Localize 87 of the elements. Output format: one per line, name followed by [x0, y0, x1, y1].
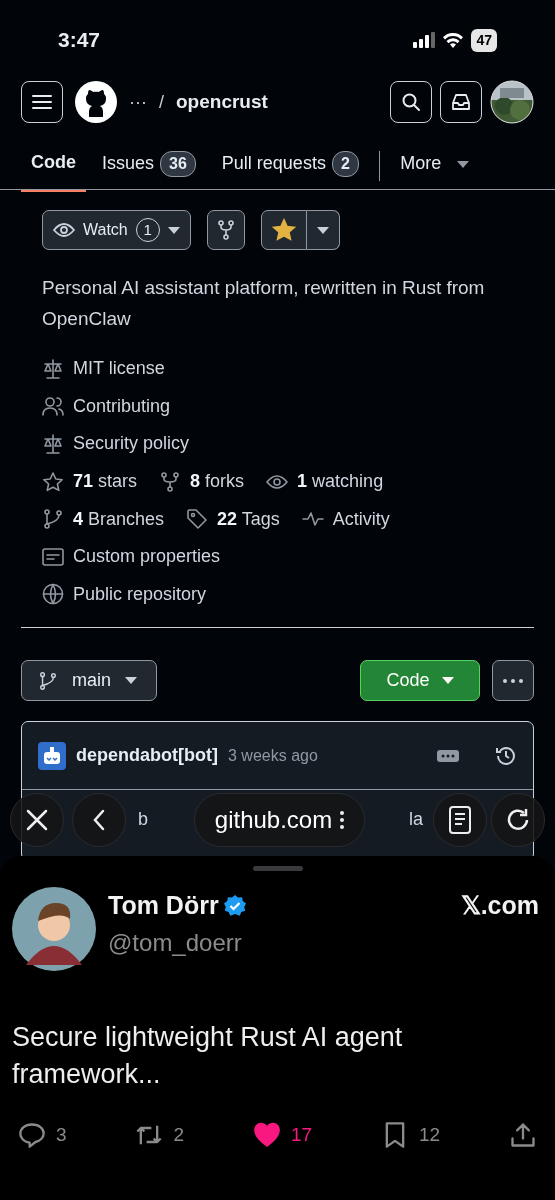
star-icon [42, 470, 64, 493]
tweet-text: Secure lightweight Rust AI agent framework... [12, 1021, 404, 1091]
wifi-icon [443, 32, 464, 48]
repo-link[interactable]: Public repository [73, 580, 207, 608]
breadcrumb-more[interactable]: ··· [129, 88, 147, 116]
action-count: 17 [290, 1123, 313, 1147]
reload-icon [505, 807, 531, 833]
source-label: 𝕏.com [460, 890, 539, 921]
ellipsis-icon[interactable] [437, 749, 459, 762]
repo-link[interactable]: Custom properties [73, 543, 221, 571]
watch-label: Watch [83, 220, 128, 240]
star-button[interactable] [260, 210, 307, 250]
document-icon [449, 806, 471, 834]
back-icon [93, 809, 105, 831]
inbox-icon [451, 93, 471, 111]
status-time: 3:47 [58, 27, 101, 54]
repo-name[interactable]: opencrust [176, 87, 268, 117]
file-name[interactable]: la [409, 806, 423, 834]
fork-icon [159, 470, 182, 493]
stat-label[interactable]: 22 Tags [217, 505, 280, 533]
caret-icon [125, 677, 137, 685]
stat-label[interactable]: 4 Branches [73, 505, 165, 533]
github-logo-icon[interactable] [75, 81, 117, 123]
address-text[interactable]: github.com [214, 802, 333, 838]
action-count: 2 [173, 1123, 185, 1147]
tag-icon [186, 508, 209, 531]
people-icon [42, 395, 64, 418]
star-dropdown-button[interactable] [306, 210, 340, 250]
fork-icon [217, 220, 234, 240]
repo-link[interactable]: MIT license [73, 355, 165, 383]
watch-button[interactable]: Watch 1 [42, 210, 191, 250]
kebab-icon[interactable] [340, 811, 345, 829]
action-count: 3 [56, 1123, 67, 1147]
count-badge: 2 [331, 151, 359, 177]
file-name[interactable]: b [138, 806, 148, 834]
eye-icon [53, 222, 75, 238]
stat-label[interactable]: 8 forks [190, 468, 245, 496]
repo-link[interactable]: Contributing [73, 392, 171, 420]
caret-icon [457, 160, 470, 168]
reply-button[interactable]: 3 [18, 1121, 67, 1150]
history-icon[interactable] [495, 744, 517, 767]
count-badge: 36 [160, 151, 196, 177]
like-button[interactable]: 17 [252, 1121, 313, 1150]
stat-label[interactable]: 1 watching [297, 468, 384, 496]
scale-icon [42, 433, 64, 455]
grabber-handle[interactable] [252, 866, 303, 871]
close-icon [26, 809, 48, 831]
menu-icon [32, 94, 52, 110]
author-handle[interactable]: @tom_doerr [108, 924, 539, 961]
bot-avatar-icon [38, 741, 66, 770]
repo-link[interactable]: Activity [332, 505, 390, 533]
repo-tab[interactable]: Issues 36 [92, 140, 206, 191]
scale-icon [42, 357, 64, 380]
commit-author[interactable]: dependabot[bot] [76, 742, 218, 770]
more-options-button[interactable] [492, 660, 534, 702]
more-tab[interactable]: More [390, 140, 480, 191]
share-button[interactable] [509, 1121, 537, 1150]
repo-link[interactable]: Security policy [73, 430, 190, 458]
caret-icon [167, 226, 180, 234]
branch-icon [42, 508, 64, 531]
breadcrumb-separator: / [159, 90, 164, 114]
caret-icon [441, 677, 454, 685]
ellipsis-icon [503, 678, 523, 683]
avatar-icon [12, 887, 96, 971]
action-count: 12 [418, 1123, 441, 1147]
code-button[interactable]: Code [360, 660, 480, 702]
search-button[interactable] [390, 81, 432, 123]
stat-label[interactable]: 71 stars [73, 468, 138, 496]
menu-button[interactable] [21, 81, 63, 123]
repo-tab[interactable]: Pull requests 2 [211, 140, 369, 191]
repo-tab[interactable]: Code [21, 139, 86, 192]
bookmark-button[interactable]: 12 [380, 1121, 441, 1150]
signal-icon [413, 32, 436, 48]
globe-icon [42, 583, 64, 606]
repost-button[interactable]: 2 [135, 1121, 185, 1150]
battery-level: 47 [471, 28, 497, 52]
fork-button[interactable] [206, 210, 245, 250]
branch-icon [38, 669, 58, 692]
note-icon [42, 545, 64, 568]
branch-selector[interactable]: main [21, 660, 157, 702]
inbox-button[interactable] [440, 81, 482, 123]
author-name[interactable]: Tom Dörr [108, 887, 219, 925]
caret-icon [316, 226, 329, 234]
address-bar[interactable]: github.com [193, 793, 366, 847]
repo-description: Personal AI assistant platform, rewritten in Rust from OpenClaw [42, 276, 485, 331]
commit-time: 3 weeks ago [228, 745, 318, 766]
search-icon [401, 92, 421, 112]
